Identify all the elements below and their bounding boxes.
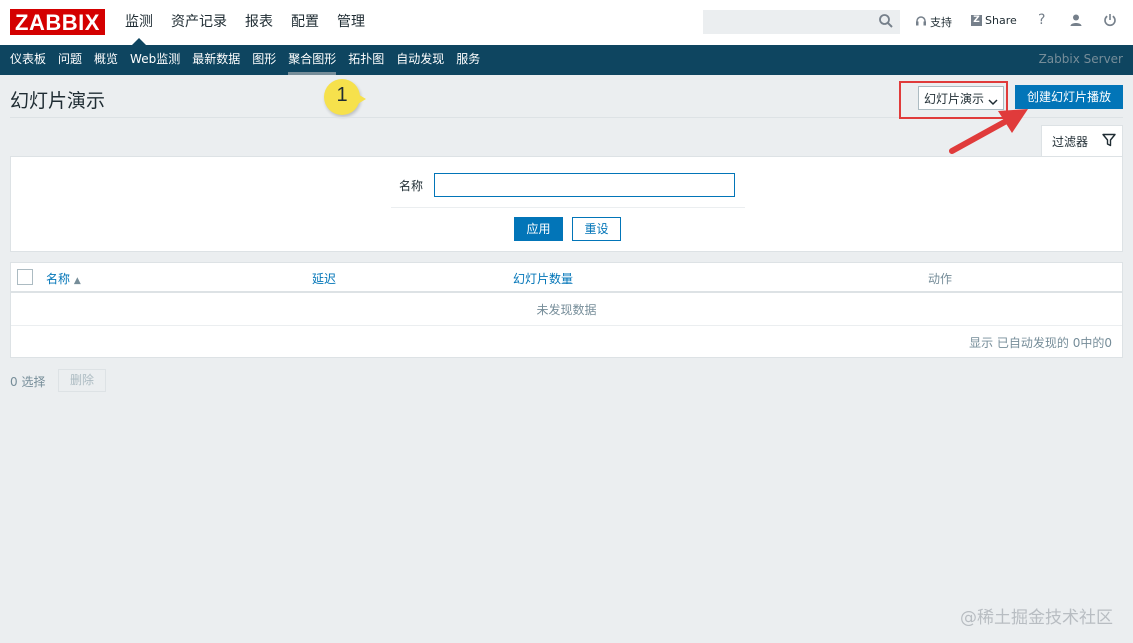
filter-divider — [391, 207, 745, 208]
column-name-header[interactable]: 名称 ▲ — [46, 270, 81, 287]
annotation-arrow-icon — [940, 105, 1030, 163]
top-menu-inventory[interactable]: 资产记录 — [162, 0, 236, 45]
column-name-label: 名称 — [46, 272, 71, 286]
sub-menu-latest-data[interactable]: 最新数据 — [186, 45, 246, 75]
table-header: 名称 ▲ 延迟 幻灯片数量 动作 — [11, 263, 1122, 293]
watermark: @稀土掘金技术社区 — [960, 608, 1113, 628]
top-menu: 监测 资产记录 报表 配置 管理 — [116, 0, 374, 45]
table-stats: 显示 已自动发现的 0中的0 — [969, 336, 1112, 350]
top-bar: ZABBIX 监测 资产记录 报表 配置 管理 支持 Z Share ? — [0, 0, 1133, 45]
sub-menu-maps[interactable]: 拓扑图 — [342, 45, 390, 75]
column-slide-count-header[interactable]: 幻灯片数量 — [513, 270, 573, 287]
support-label: 支持 — [930, 16, 952, 29]
share-link[interactable]: Z Share — [971, 14, 1017, 27]
sub-menu-web[interactable]: Web监测 — [124, 45, 186, 75]
top-menu-reports[interactable]: 报表 — [236, 0, 282, 45]
sub-menu-overview[interactable]: 概览 — [88, 45, 124, 75]
create-slideshow-button[interactable]: 创建幻灯片播放 — [1015, 85, 1123, 109]
apply-button[interactable]: 应用 — [514, 217, 563, 241]
selected-count: 0 选择 — [10, 375, 46, 389]
sort-asc-icon: ▲ — [73, 276, 81, 286]
sub-menu-discovery[interactable]: 自动发现 — [390, 45, 450, 75]
search-input[interactable] — [703, 10, 900, 34]
slideshow-table: 名称 ▲ 延迟 幻灯片数量 动作 未发现数据 显示 已自动发现的 0中的0 — [10, 262, 1123, 358]
support-link[interactable]: 支持 — [915, 14, 952, 30]
sign-out-icon[interactable] — [1103, 13, 1117, 30]
top-menu-administration[interactable]: 管理 — [328, 0, 374, 45]
page-title: 幻灯片演示 — [10, 90, 106, 112]
empty-table-row: 未发现数据 — [11, 295, 1122, 326]
sub-menu-problems[interactable]: 问题 — [52, 45, 88, 75]
sub-menu-graphs[interactable]: 图形 — [246, 45, 282, 75]
sub-menu: 仪表板 问题 概览 Web监测 最新数据 图形 聚合图形 拓扑图 自动发现 服务 — [0, 45, 486, 75]
funnel-icon — [1102, 133, 1116, 150]
reset-button[interactable]: 重设 — [572, 217, 621, 241]
user-profile-icon[interactable] — [1069, 13, 1083, 30]
view-select-value: 幻灯片演示 — [924, 91, 985, 106]
sub-menu-screens[interactable]: 聚合图形 — [282, 45, 342, 75]
sub-menu-dashboard[interactable]: 仪表板 — [0, 45, 52, 75]
share-z-icon: Z — [971, 15, 982, 26]
help-icon[interactable]: ? — [1038, 12, 1045, 28]
column-actions-header: 动作 — [928, 272, 953, 286]
zabbix-logo[interactable]: ZABBIX — [10, 9, 105, 35]
filter-name-input[interactable] — [434, 173, 735, 197]
server-name: Zabbix Server — [1038, 52, 1123, 66]
filter-tab-label: 过滤器 — [1052, 135, 1089, 149]
top-menu-monitoring[interactable]: 监测 — [116, 0, 162, 45]
top-menu-configuration[interactable]: 配置 — [282, 0, 328, 45]
delete-button: 删除 — [58, 369, 106, 392]
sub-menu-bar: 仪表板 问题 概览 Web监测 最新数据 图形 聚合图形 拓扑图 自动发现 服务… — [0, 45, 1133, 75]
annotation-badge: 1 — [324, 79, 366, 115]
share-label: Share — [985, 14, 1017, 27]
headset-icon — [915, 15, 927, 30]
search-icon[interactable] — [878, 13, 896, 31]
filter-panel: 名称 应用 重设 — [10, 156, 1123, 252]
filter-tab[interactable]: 过滤器 — [1041, 125, 1123, 157]
column-delay-header[interactable]: 延迟 — [312, 270, 336, 287]
sub-menu-services[interactable]: 服务 — [450, 45, 486, 75]
filter-name-label: 名称 — [399, 179, 424, 193]
select-all-checkbox[interactable] — [17, 269, 33, 285]
